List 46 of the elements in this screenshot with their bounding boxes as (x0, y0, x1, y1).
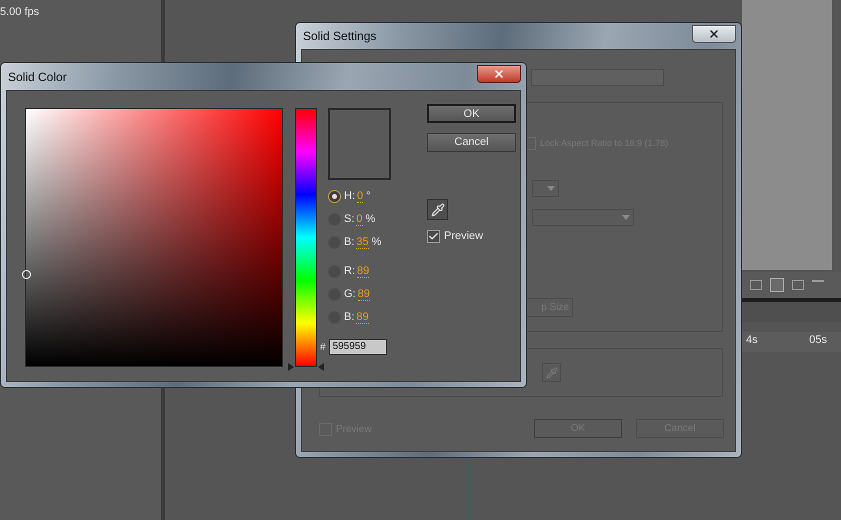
hue-slider[interactable] (288, 108, 324, 372)
dialog-button[interactable]: OK (427, 104, 516, 123)
radio-button[interactable] (328, 190, 341, 203)
channel-value[interactable]: 0 (356, 213, 363, 226)
unit-text: % (372, 235, 382, 250)
hue-slider-handle[interactable] (288, 363, 324, 372)
window-title: Solid Color (8, 68, 67, 86)
eyedropper-icon (546, 366, 558, 378)
time-tick-label: 4s (746, 333, 758, 348)
channel-label: B: (344, 310, 354, 326)
channel-value[interactable]: 89 (357, 265, 370, 278)
panel-icon[interactable] (792, 280, 804, 290)
close-button[interactable] (477, 64, 521, 82)
close-icon (493, 68, 505, 80)
color-field[interactable] (25, 108, 283, 367)
dropdown-arrow-icon (622, 215, 630, 220)
panel-icon[interactable] (750, 280, 762, 290)
checkbox-label: Preview (444, 229, 484, 244)
time-tick-label: 05s (809, 333, 827, 348)
hex-field[interactable]: 595959 (328, 339, 387, 355)
checkbox[interactable] (427, 230, 440, 243)
unit-text: ° (366, 189, 371, 204)
channel-label: S: (344, 212, 354, 228)
time-indicator-line (469, 455, 470, 520)
check-icon (428, 230, 439, 242)
channel-value[interactable]: 89 (356, 311, 369, 324)
eyedropper-icon (430, 202, 444, 216)
color-swatch (328, 108, 391, 180)
unit-text: % (366, 212, 376, 228)
dropdown-arrow-icon (547, 186, 555, 191)
dialog-button[interactable]: Cancel (427, 133, 516, 152)
channel-value[interactable]: 35 (356, 236, 369, 249)
close-button[interactable] (692, 25, 736, 43)
channel-label: R: (344, 264, 355, 280)
channel-label: B: (344, 235, 354, 250)
eyedropper-button[interactable] (427, 199, 448, 220)
channel-label: G: (344, 287, 356, 302)
frame-icon[interactable] (770, 278, 784, 292)
close-icon (708, 28, 720, 40)
frame-rate-text: 5.00 fps (0, 5, 40, 20)
window-title: Solid Settings (303, 28, 376, 45)
channel-value[interactable]: 0 (357, 190, 364, 203)
channel-label: H: (344, 189, 355, 204)
color-picker-cursor[interactable] (22, 270, 31, 279)
channel-value[interactable]: 89 (358, 288, 370, 301)
hex-prefix: # (320, 340, 326, 354)
